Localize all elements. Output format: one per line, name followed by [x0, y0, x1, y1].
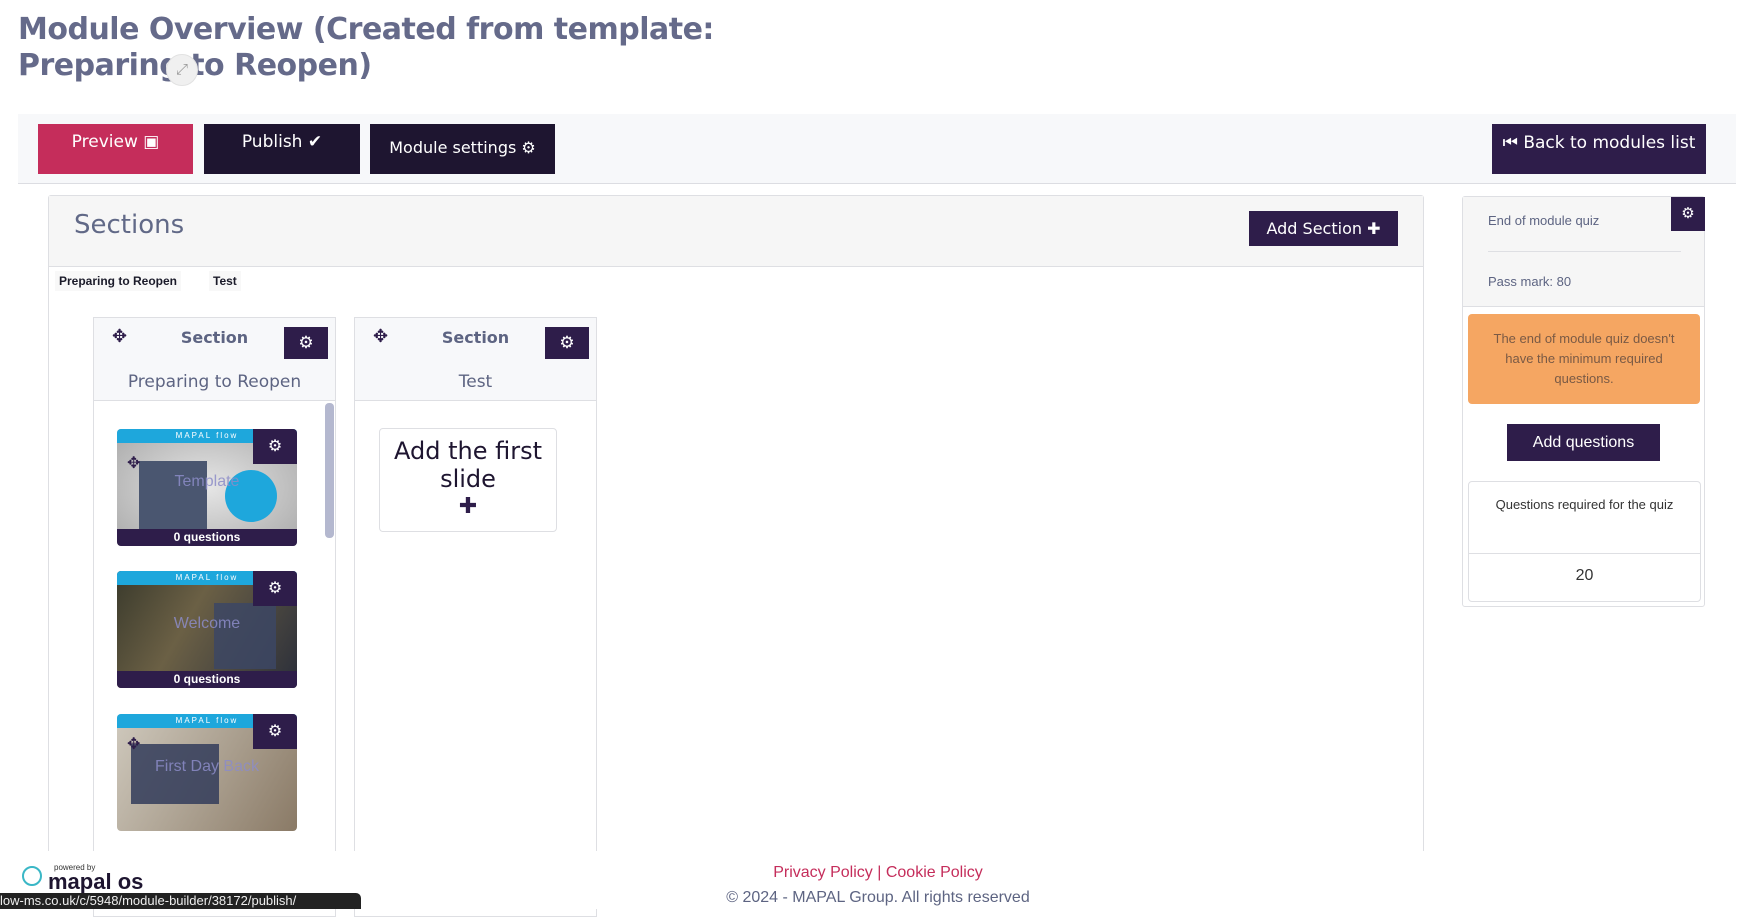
- separator: |: [877, 864, 882, 881]
- check-icon: ✔: [307, 132, 323, 152]
- play-icon: ▣: [143, 132, 160, 152]
- step-back-icon: ⏮: [1502, 133, 1518, 153]
- page-title: Module Overview (Created from template: …: [18, 12, 714, 83]
- sections-panel: Sections Add Section ✚ Preparing to Reop…: [48, 195, 1424, 917]
- slide-gear-icon[interactable]: ⚙: [253, 571, 297, 606]
- preview-button[interactable]: Preview ▣: [38, 124, 193, 174]
- quiz-header: End of module quiz Pass mark: 80: [1463, 197, 1704, 307]
- policy-links: Privacy Policy | Cookie Policy: [0, 864, 1756, 882]
- sections-header: Sections Add Section ✚: [49, 196, 1423, 267]
- scrollbar[interactable]: [325, 403, 334, 538]
- quiz-warning-alert: The end of module quiz doesn't have the …: [1468, 314, 1700, 404]
- status-bar-url: low-ms.co.uk/c/5948/module-builder/38172…: [0, 893, 361, 909]
- section-column: ✥ Section ⚙ Test Add the first slide ✚: [354, 317, 597, 917]
- section-tab-test[interactable]: Test: [209, 271, 241, 291]
- questions-required-table: Questions required for the quiz 20: [1468, 481, 1701, 602]
- section-column: ✥ Section ⚙ Preparing to Reopen MAPAL fl…: [93, 317, 336, 917]
- cookie-policy-link[interactable]: Cookie Policy: [886, 864, 983, 881]
- module-settings-button[interactable]: Module settings ⚙: [370, 124, 555, 174]
- required-value: 20: [1575, 567, 1594, 584]
- slide-card[interactable]: MAPAL flow ✥ Template ⚙ 0 questions: [117, 429, 297, 546]
- divider: [1488, 251, 1681, 252]
- section-gear-icon[interactable]: ⚙: [284, 327, 328, 359]
- slide-gear-icon[interactable]: ⚙: [253, 429, 297, 464]
- pass-mark: Pass mark: 80: [1488, 274, 1572, 289]
- preview-label: Preview: [71, 132, 138, 152]
- slide-card[interactable]: MAPAL flow ✥ First Day Back ⚙: [117, 714, 297, 831]
- gear-icon: ⚙: [521, 138, 536, 157]
- expand-arrows-icon[interactable]: ⤢: [166, 54, 198, 86]
- slide-title: Template: [174, 473, 240, 490]
- module-settings-label: Module settings: [389, 138, 517, 157]
- section-header: ✥ Section ⚙ Test: [355, 318, 596, 401]
- add-section-label: Add Section: [1266, 219, 1362, 238]
- required-label: Questions required for the quiz: [1469, 482, 1700, 554]
- back-to-modules-button[interactable]: ⏮ Back to modules list: [1492, 124, 1706, 174]
- slide-title: Welcome: [173, 615, 241, 632]
- add-slide-label: Add the first slide: [394, 437, 543, 493]
- plus-icon: ✚: [1367, 219, 1381, 238]
- section-name: Test: [458, 372, 493, 392]
- section-name: Preparing to Reopen: [127, 372, 302, 392]
- add-questions-button[interactable]: Add questions: [1507, 424, 1660, 461]
- section-gear-icon[interactable]: ⚙: [545, 327, 589, 359]
- quiz-title: End of module quiz: [1488, 213, 1600, 228]
- slide-text-block: [214, 603, 276, 669]
- back-label: Back to modules list: [1523, 133, 1696, 153]
- quiz-gear-icon[interactable]: ⚙: [1671, 197, 1705, 231]
- privacy-policy-link[interactable]: Privacy Policy: [773, 864, 873, 881]
- sections-title: Sections: [74, 210, 185, 240]
- publish-label: Publish: [241, 132, 303, 152]
- section-header: ✥ Section ⚙ Preparing to Reopen: [94, 318, 335, 401]
- slide-questions: 0 questions: [117, 671, 297, 688]
- slide-questions: 0 questions: [117, 529, 297, 546]
- slide-title: First Day Back: [154, 758, 259, 775]
- move-icon[interactable]: ✥: [127, 453, 140, 473]
- slide-gear-icon[interactable]: ⚙: [253, 714, 297, 749]
- slide-card[interactable]: MAPAL flow Welcome ⚙ 0 questions: [117, 571, 297, 688]
- section-tab-preparing[interactable]: Preparing to Reopen: [55, 271, 182, 291]
- publish-button[interactable]: Publish ✔: [204, 124, 360, 174]
- move-icon[interactable]: ✥: [127, 734, 140, 754]
- add-first-slide-button[interactable]: Add the first slide ✚: [379, 428, 557, 532]
- quiz-panel: End of module quiz Pass mark: 80 ⚙ The e…: [1462, 196, 1705, 607]
- add-section-button[interactable]: Add Section ✚: [1249, 211, 1398, 246]
- plus-icon: ✚: [458, 493, 478, 518]
